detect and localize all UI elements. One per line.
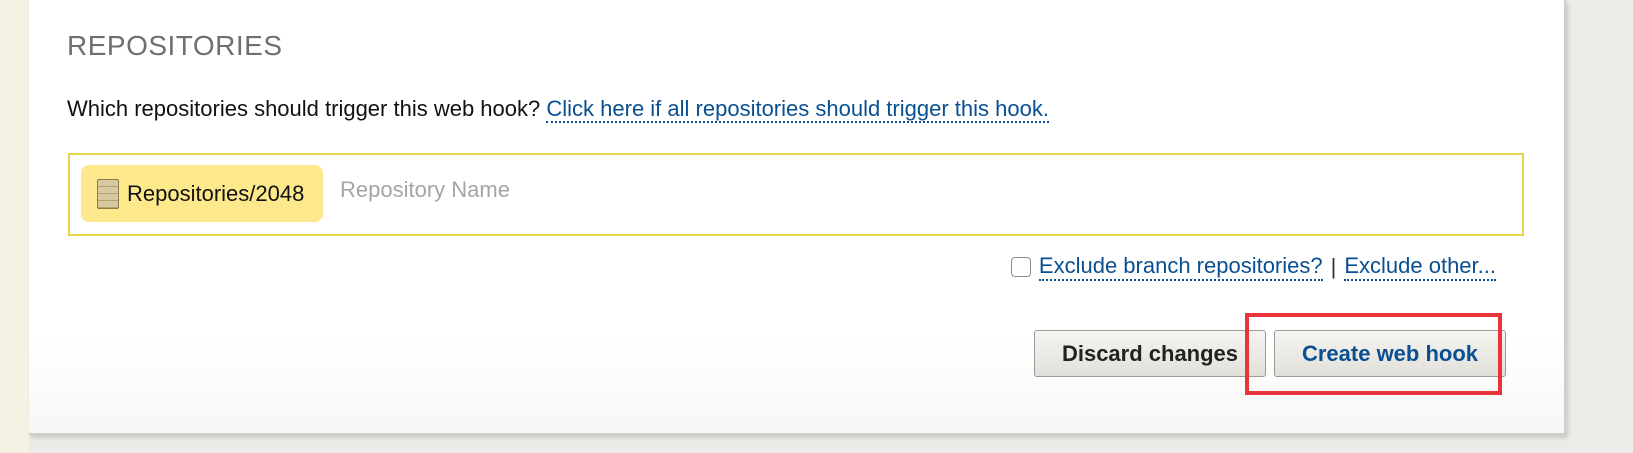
repositories-panel: REPOSITORIES Which repositories should t… — [29, 0, 1566, 435]
create-web-hook-button[interactable]: Create web hook — [1274, 330, 1506, 377]
left-margin-strip — [0, 0, 29, 453]
repository-selector[interactable]: Repositories/2048 — [68, 153, 1524, 236]
exclude-branch-checkbox[interactable] — [1010, 257, 1031, 277]
selected-repository-token[interactable]: Repositories/2048 — [81, 165, 323, 222]
exclude-options-row: Exclude branch repositories? | Exclude o… — [1010, 253, 1496, 281]
repository-icon — [97, 179, 119, 209]
trigger-question-text: Which repositories should trigger this w… — [67, 96, 541, 121]
trigger-question-row: Which repositories should trigger this w… — [67, 96, 1049, 123]
discard-changes-button[interactable]: Discard changes — [1034, 330, 1266, 377]
section-title: REPOSITORIES — [67, 30, 283, 61]
exclude-separator: | — [1330, 254, 1337, 279]
exclude-other-link[interactable]: Exclude other... — [1344, 253, 1496, 281]
all-repositories-link[interactable]: Click here if all repositories should tr… — [546, 96, 1049, 123]
repository-name-input[interactable] — [338, 173, 942, 207]
selected-repository-label: Repositories/2048 — [127, 181, 305, 206]
exclude-branch-link[interactable]: Exclude branch repositories? — [1038, 253, 1323, 281]
